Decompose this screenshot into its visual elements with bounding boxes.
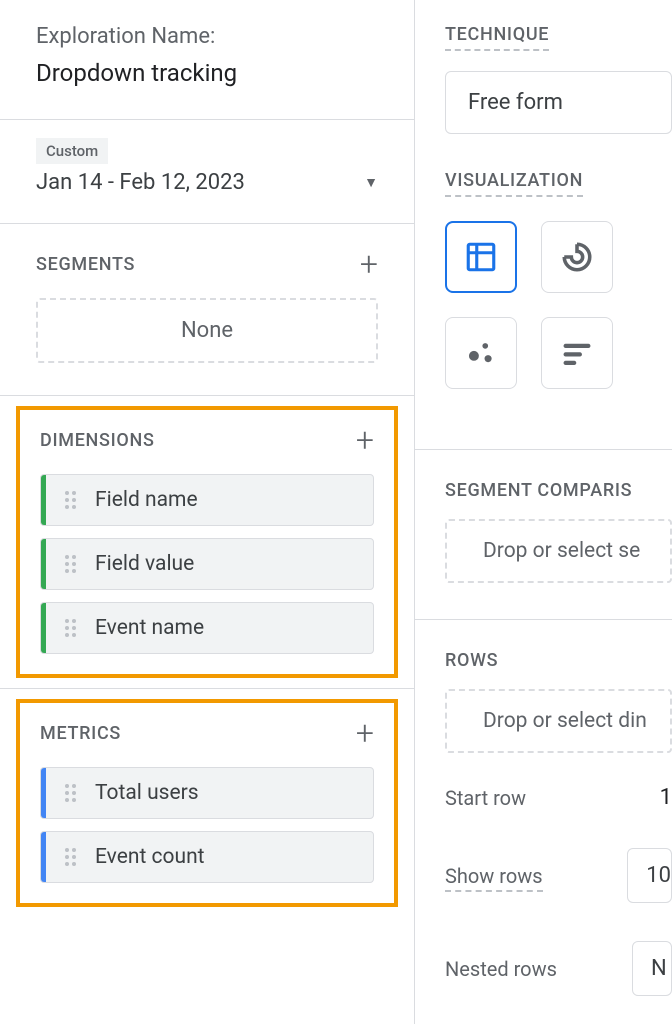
viz-donut-icon[interactable]	[541, 221, 613, 293]
date-range-section[interactable]: Custom Jan 14 - Feb 12, 2023 ▼	[0, 120, 414, 224]
segment-comparison-section: SEGMENT COMPARIS Drop or select se	[445, 480, 672, 583]
rows-header: ROWS	[445, 650, 672, 671]
dimension-chip[interactable]: Field value	[40, 538, 374, 590]
segments-header: SEGMENTS	[36, 254, 135, 275]
technique-header: TECHNIQUE	[445, 24, 549, 51]
visualization-header: VISUALIZATION	[445, 170, 583, 197]
dimensions-list: Field name Field value Event name	[40, 474, 374, 654]
drag-handle-icon[interactable]	[59, 782, 81, 804]
drag-handle-icon[interactable]	[59, 617, 81, 639]
metric-chip[interactable]: Event count	[40, 831, 374, 883]
segment-comparison-dropzone[interactable]: Drop or select se	[445, 519, 672, 583]
nested-rows-setting: Nested rows N	[445, 933, 672, 1004]
start-row-label: Start row	[445, 786, 526, 810]
nested-rows-select[interactable]: N	[632, 941, 672, 996]
segments-dropzone[interactable]: None	[36, 298, 378, 363]
start-row-setting: Start row 1	[445, 777, 672, 818]
metric-label: Event count	[95, 845, 205, 869]
show-rows-select[interactable]: 10	[627, 848, 672, 903]
dimension-label: Field name	[95, 488, 198, 512]
technique-select[interactable]: Free form	[445, 71, 672, 134]
dimension-label: Event name	[95, 616, 204, 640]
dimensions-header: DIMENSIONS	[40, 430, 155, 451]
add-metric-icon[interactable]: +	[356, 717, 374, 749]
viz-scatter-icon[interactable]	[445, 317, 517, 389]
dimension-chip[interactable]: Event name	[40, 602, 374, 654]
rows-dropzone[interactable]: Drop or select din	[445, 689, 672, 753]
dimensions-highlight: DIMENSIONS + Field name Field value Even…	[16, 406, 398, 678]
tab-settings-panel: TECHNIQUE Free form VISUALIZATION SEGMEN…	[415, 0, 672, 1024]
dimension-label: Field value	[95, 552, 194, 576]
start-row-value[interactable]: 1	[660, 785, 672, 810]
date-preset-badge: Custom	[36, 138, 108, 164]
variables-panel: Exploration Name: Dropdown tracking Cust…	[0, 0, 415, 1024]
add-dimension-icon[interactable]: +	[356, 424, 374, 456]
metrics-list: Total users Event count	[40, 767, 374, 883]
show-rows-label: Show rows	[445, 864, 543, 892]
drag-handle-icon[interactable]	[59, 553, 81, 575]
exploration-name-label: Exploration Name:	[36, 24, 378, 49]
dimension-chip[interactable]: Field name	[40, 474, 374, 526]
metric-label: Total users	[95, 781, 199, 805]
metrics-header: METRICS	[40, 723, 121, 744]
exploration-name-value[interactable]: Dropdown tracking	[36, 59, 378, 87]
segment-comparison-header: SEGMENT COMPARIS	[445, 480, 672, 501]
viz-bar-icon[interactable]	[541, 317, 613, 389]
nested-rows-label: Nested rows	[445, 957, 557, 981]
viz-table-icon[interactable]	[445, 221, 517, 293]
show-rows-setting: Show rows 10	[445, 840, 672, 911]
exploration-name-section: Exploration Name: Dropdown tracking	[0, 0, 414, 120]
technique-section: TECHNIQUE Free form	[445, 24, 672, 134]
drag-handle-icon[interactable]	[59, 846, 81, 868]
date-range-value: Jan 14 - Feb 12, 2023	[36, 170, 245, 195]
add-segment-icon[interactable]: +	[360, 248, 378, 280]
metric-chip[interactable]: Total users	[40, 767, 374, 819]
drag-handle-icon[interactable]	[59, 489, 81, 511]
rows-section: ROWS Drop or select din Start row 1 Show…	[445, 650, 672, 1004]
chevron-down-icon[interactable]: ▼	[364, 174, 378, 191]
visualization-section: VISUALIZATION	[445, 170, 672, 413]
metrics-highlight: METRICS + Total users Event count	[16, 699, 398, 907]
segments-section: SEGMENTS + None	[0, 224, 414, 396]
